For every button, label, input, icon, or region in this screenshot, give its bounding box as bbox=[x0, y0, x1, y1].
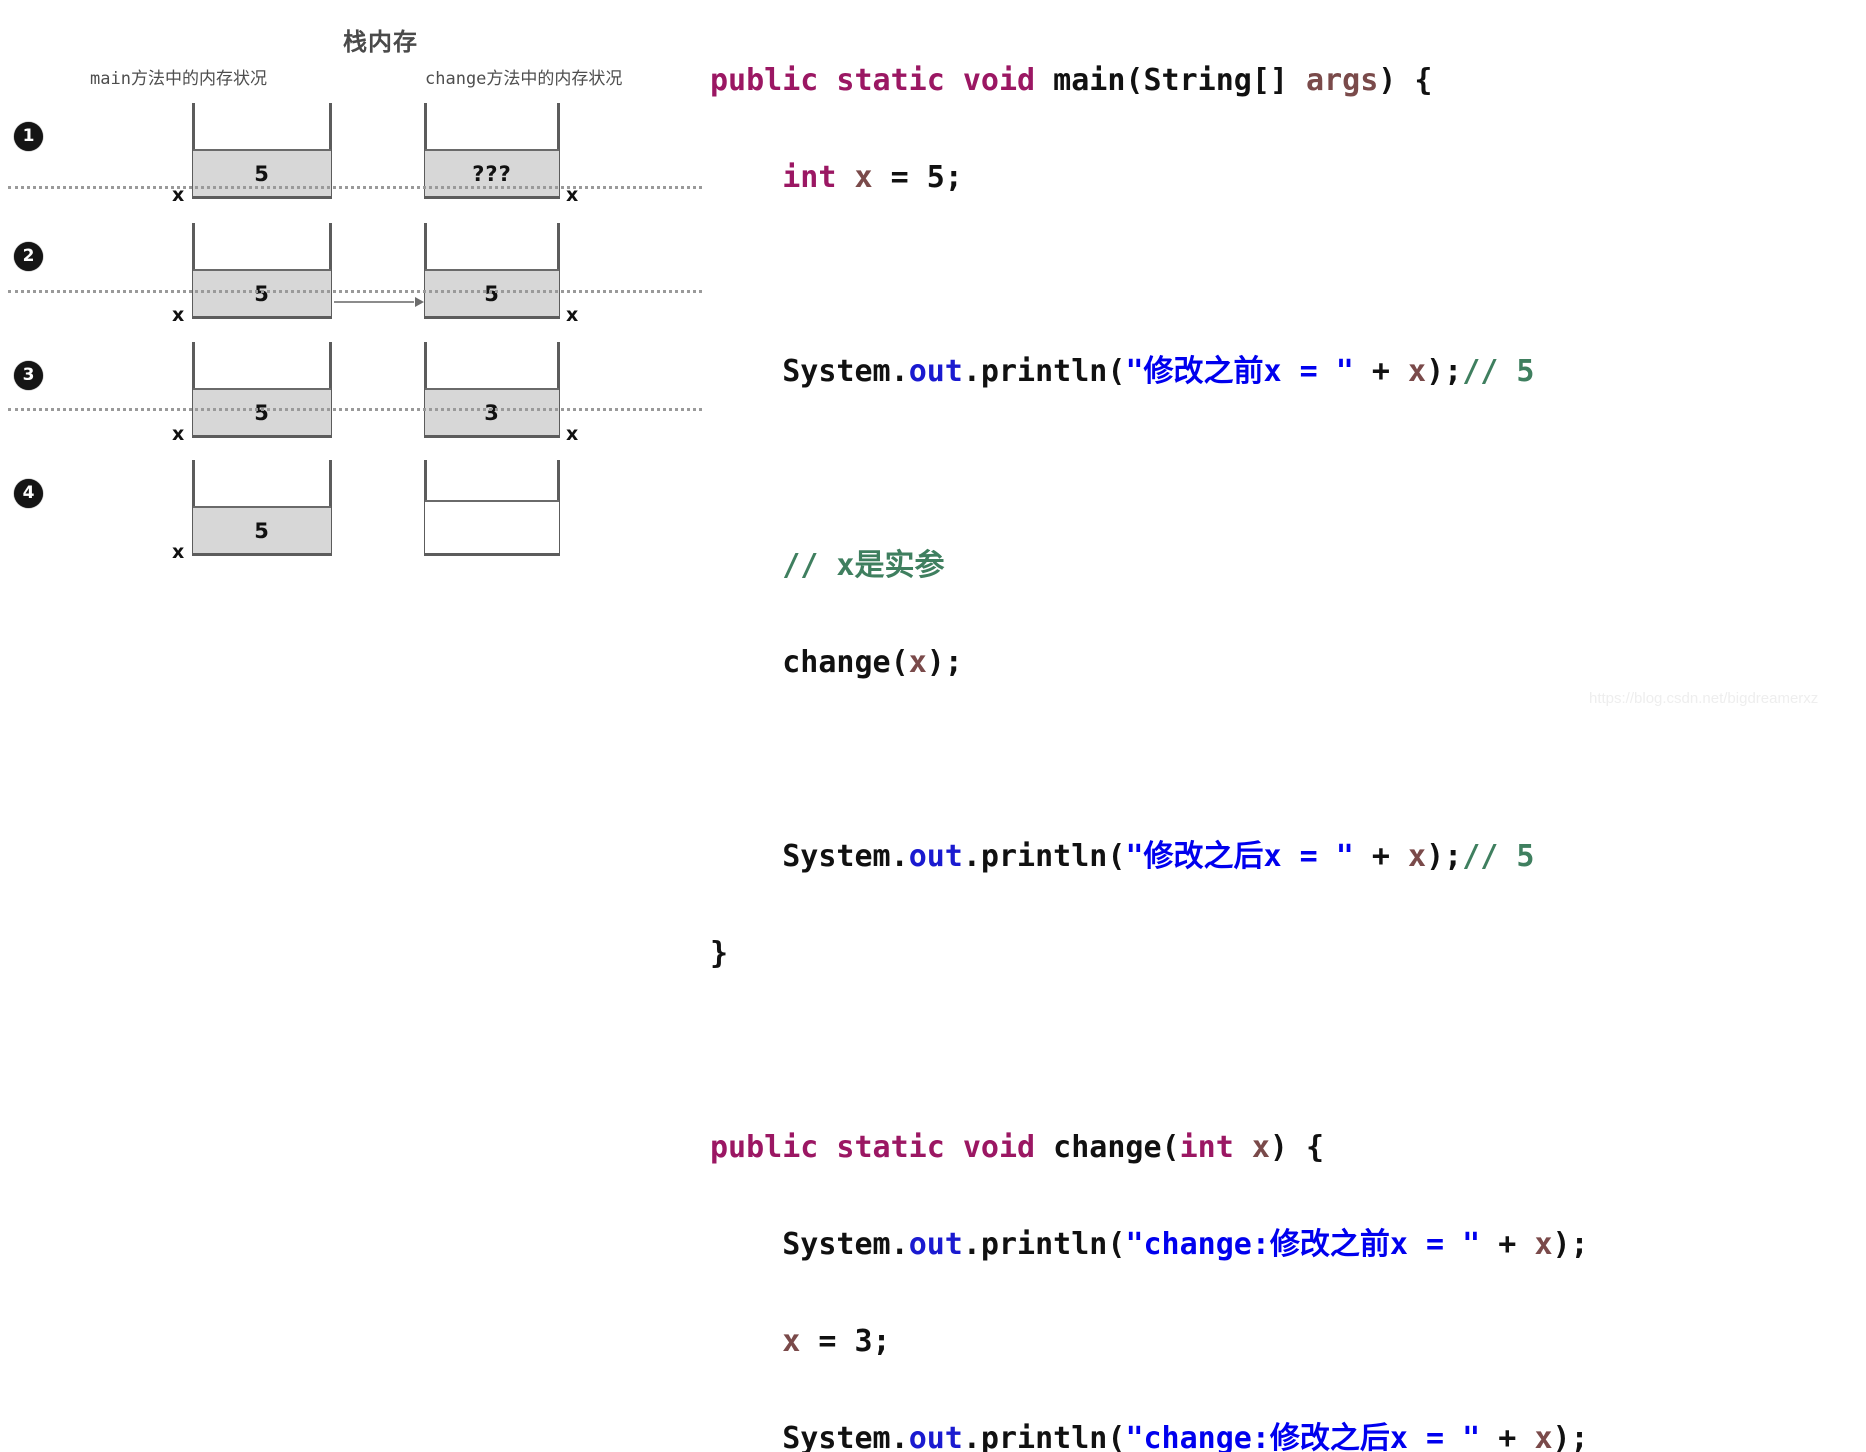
var-label-left-3: x bbox=[172, 423, 184, 445]
code-line: System.out.println("修改之前x = " + x);// 5 bbox=[710, 348, 1866, 397]
code-line bbox=[710, 1027, 1866, 1076]
value-copy-arrow-icon bbox=[334, 301, 424, 303]
arrow-shaft-icon bbox=[334, 301, 414, 303]
stack-cell-value: 5 bbox=[193, 388, 331, 438]
diagram-row: 4 x 5 bbox=[0, 452, 706, 571]
code-line: public static void main(String[] args) { bbox=[710, 57, 1866, 106]
java-code-panel: public static void main(String[] args) {… bbox=[706, 0, 1866, 726]
code-line: x = 3; bbox=[710, 1318, 1866, 1367]
code-line: System.out.println("change:修改之后x = " + x… bbox=[710, 1415, 1866, 1452]
java-code-listing: public static void main(String[] args) {… bbox=[706, 8, 1866, 1452]
var-label-left-2: x bbox=[172, 304, 184, 326]
stack-frame-main-4: 5 bbox=[192, 460, 332, 556]
row-bullet-1: 1 bbox=[14, 122, 43, 151]
diagram-row: 1 x 5 ??? x bbox=[0, 95, 706, 214]
row-separator bbox=[8, 408, 702, 411]
stack-cell-value: 5 bbox=[193, 506, 331, 556]
code-line bbox=[710, 445, 1866, 494]
row-separator bbox=[8, 186, 702, 189]
stack-frame-change-2: 5 bbox=[424, 223, 560, 319]
stack-cell-value: 3 bbox=[425, 388, 559, 438]
diagram-row: 3 x 5 3 x bbox=[0, 334, 706, 453]
diagram-row: 2 x 5 5 x bbox=[0, 215, 706, 334]
stack-cell-value: 5 bbox=[193, 269, 331, 319]
var-label-right-3: x bbox=[566, 423, 578, 445]
diagram-title: 栈内存 bbox=[0, 22, 706, 57]
stack-frame-change-1: ??? bbox=[424, 103, 560, 199]
stack-frame-change-4-destroyed bbox=[424, 460, 560, 556]
stack-cell-value: ??? bbox=[425, 149, 559, 199]
var-label-right-2: x bbox=[566, 304, 578, 326]
code-line: public static void change(int x) { bbox=[710, 1124, 1866, 1173]
stack-memory-diagram: 栈内存 main方法中的内存状况 change方法中的内存状况 1 x 5 ??… bbox=[0, 0, 706, 726]
stack-frame-main-2: 5 bbox=[192, 223, 332, 319]
stack-cell-value: 5 bbox=[425, 269, 559, 319]
arrow-head-icon bbox=[415, 297, 424, 307]
code-line: int x = 5; bbox=[710, 154, 1866, 203]
column-header-change: change方法中的内存状况 bbox=[425, 64, 622, 89]
row-bullet-2: 2 bbox=[14, 242, 43, 271]
code-line: change(x); bbox=[710, 639, 1866, 688]
stack-frame-main-3: 5 bbox=[192, 342, 332, 438]
code-line bbox=[710, 251, 1866, 300]
code-line bbox=[710, 736, 1866, 785]
code-line: } bbox=[710, 930, 1866, 979]
site-watermark: https://blog.csdn.net/bigdreamerxz bbox=[1589, 690, 1818, 707]
screenshot-root: 栈内存 main方法中的内存状况 change方法中的内存状况 1 x 5 ??… bbox=[0, 0, 1866, 726]
code-line: // x是实参 bbox=[710, 542, 1866, 591]
row-bullet-4: 4 bbox=[14, 479, 43, 508]
code-line: System.out.println("change:修改之前x = " + x… bbox=[710, 1221, 1866, 1270]
column-header-main: main方法中的内存状况 bbox=[90, 64, 267, 89]
stack-cell-value: 5 bbox=[193, 149, 331, 199]
row-bullet-3: 3 bbox=[14, 361, 43, 390]
row-separator bbox=[8, 290, 702, 293]
stack-frame-main-1: 5 bbox=[192, 103, 332, 199]
code-line: System.out.println("修改之后x = " + x);// 5 bbox=[710, 833, 1866, 882]
stack-frame-change-3: 3 bbox=[424, 342, 560, 438]
var-label-left-4: x bbox=[172, 541, 184, 563]
stack-cell-value-empty bbox=[425, 500, 559, 556]
